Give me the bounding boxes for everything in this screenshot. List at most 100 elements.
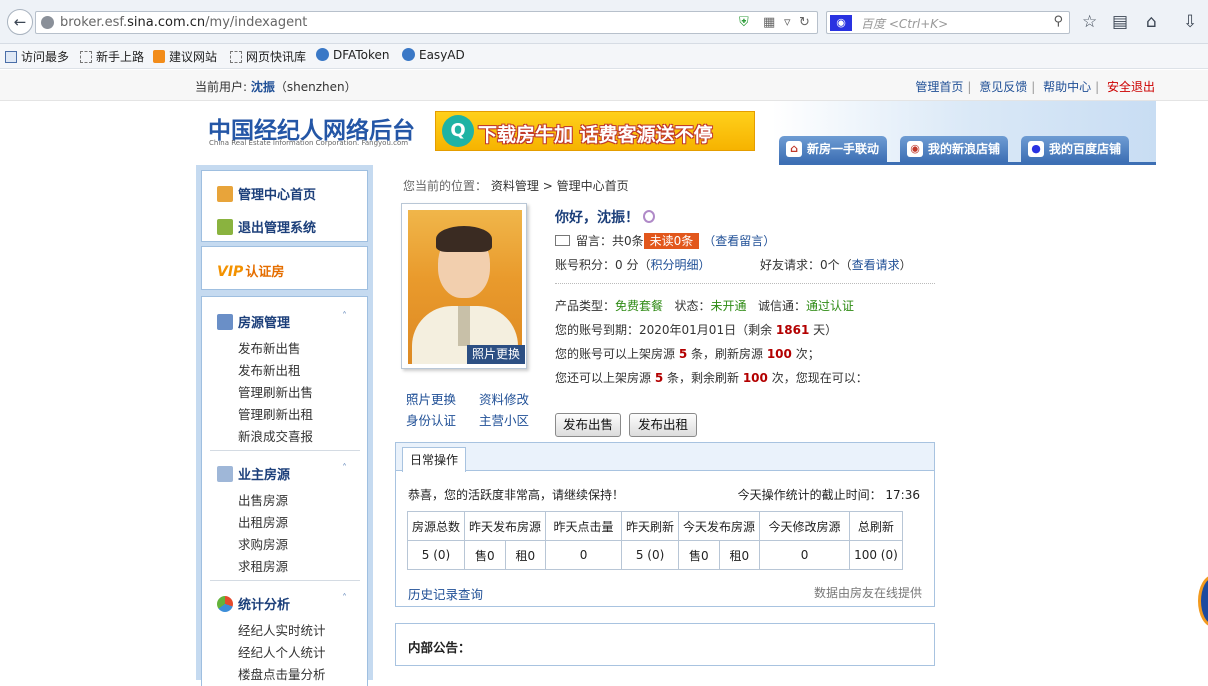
sidebar-item-admin-home[interactable]: 管理中心首页 [217,184,316,203]
pie-chart-icon [217,596,233,612]
document-icon [217,466,233,482]
section-listing-management[interactable]: 房源管理 [217,312,290,331]
change-photo-button[interactable]: 照片更换 [467,345,525,364]
view-messages-link[interactable]: （查看留言） [703,234,775,248]
menu-manage-refresh-rent[interactable]: 管理刷新出租 [238,404,313,423]
stats-cutoff-time: 今天操作统计的截止时间： 17:36 [737,488,920,502]
menu-rent-listings[interactable]: 出租房源 [238,512,288,531]
bookmarks-bar: 访问最多 新手上路 建议网站 网页快讯库 DFAToken EasyAD [0,44,1208,69]
breadcrumb: 您当前的位置： 资料管理 > 管理中心首页 [403,179,629,193]
user-name[interactable]: 沈振 [251,80,275,94]
table-row: 5 (0) 售0 租0 0 5 (0) 售0 租0 0 100 (0) [406,540,903,570]
menu-realtime-stats[interactable]: 经纪人实时统计 [238,620,326,639]
message-row: 留言：共0条 未读0条 （查看留言） [555,232,775,249]
section-owner-listings[interactable]: 业主房源 [217,464,290,483]
menu-sale-listings[interactable]: 出售房源 [238,490,288,509]
qr-code-icon[interactable]: ▦ [763,15,775,30]
weibo-icon: ◉ [907,141,923,157]
breadcrumb-current: 管理中心首页 [556,179,629,193]
sidebar-item-exit[interactable]: 退出管理系统 [217,217,316,236]
bookmark-easyad[interactable]: EasyAD [402,48,465,62]
col-header: 昨天发布房源 [464,511,547,541]
current-user: 当前用户: 沈振（shenzhen） [195,80,357,94]
tab-new-homes[interactable]: ⌂ 新房一手联动 [779,136,888,162]
product-row: 产品类型：免费套餐 状态：未开通 诚信通：通过认证 [555,299,854,313]
medal-icon [643,210,655,223]
house-icon: ⌂ [786,141,802,157]
table-header-row: 房源总数 昨天发布房源 昨天点击量 昨天刷新 今天发布房源 今天修改房源 总刷新 [406,511,903,541]
tab-sina-shop[interactable]: ◉ 我的新浪店铺 [900,136,1009,162]
exit-icon [217,219,233,235]
bookmark-most-visited[interactable]: 访问最多 [5,48,69,65]
link-edit-profile[interactable]: 资料修改 [479,389,529,408]
quota-row: 您的账号可以上架房源 5 条，刷新房源 100 次； [555,347,820,361]
collapse-icon[interactable]: ˄ [342,463,347,474]
sidebar-vip-box: VIP 认证房 [201,246,368,290]
link-id-verify[interactable]: 身份认证 [406,410,456,429]
link-feedback[interactable]: 意见反馈 [979,80,1027,94]
search-placeholder: 百度 <Ctrl+K> [861,17,949,31]
address-bar[interactable]: broker.esf.sina.com.cn/my/indexagent ⛨ ▦… [35,11,818,34]
publish-sale-button[interactable]: 发布出售 [555,413,621,437]
tab-daily-operations[interactable]: 日常操作 [402,447,466,472]
back-button[interactable]: ← [7,9,33,35]
sidebar-top-box: 管理中心首页 退出管理系统 [201,170,368,242]
greeting: 你好，沈振！ [555,207,655,227]
menu-wanted-rent[interactable]: 求租房源 [238,556,288,575]
floating-widget-icon[interactable] [1198,575,1208,627]
bookmark-web-slice[interactable]: 网页快讯库 [230,48,306,65]
sidebar-item-vip[interactable]: VIP 认证房 [217,261,284,280]
daily-operations-panel: 日常操作 恭喜，您的活跃度非常高，请继续保持！ 今天操作统计的截止时间： 17:… [395,442,935,607]
table-cell: 0 [545,540,623,570]
search-box[interactable]: ◉ 百度 <Ctrl+K> ⚲ [826,11,1070,34]
collapse-icon[interactable]: ˄ [342,593,347,604]
history-query-link[interactable]: 历史记录查询 [408,584,483,603]
link-admin-home[interactable]: 管理首页 [915,80,963,94]
menu-personal-stats[interactable]: 经纪人个人统计 [238,642,326,661]
expire-row: 您的账号到期：2020年01月01日（剩余 1861 天） [555,323,838,337]
globe-icon [41,16,54,29]
link-main-community[interactable]: 主营小区 [479,410,529,429]
menu-sina-deal-news[interactable]: 新浪成交喜报 [238,426,313,445]
url-text[interactable]: broker.esf.sina.com.cn/my/indexagent [60,15,307,30]
collapse-icon[interactable]: ˄ [342,311,347,322]
bookmark-suggested-sites[interactable]: 建议网站 [153,48,217,65]
baidu-engine-icon[interactable]: ◉ [830,15,852,31]
internal-notice: 内部公告： [395,623,935,666]
stats-table: 房源总数 昨天发布房源 昨天点击量 昨天刷新 今天发布房源 今天修改房源 总刷新… [406,511,903,570]
publish-rent-button[interactable]: 发布出租 [629,413,697,437]
view-requests-link[interactable]: 查看请求 [852,258,900,272]
home-icon[interactable]: ⌂ [1146,12,1157,32]
link-logout[interactable]: 安全退出 [1107,80,1155,94]
menu-wanted-buy[interactable]: 求购房源 [238,534,288,553]
breadcrumb-data-mgmt[interactable]: 资料管理 [491,179,539,193]
suggested-icon [153,50,165,63]
bookmark-dfatoken[interactable]: DFAToken [316,48,389,62]
reload-icon[interactable]: ↻ [799,15,810,30]
tab-baidu-shop[interactable]: ● 我的百度店铺 [1021,136,1130,162]
col-header: 总刷新 [849,511,903,541]
menu-estate-clicks[interactable]: 楼盘点击量分析 [238,664,326,683]
bookmark-getting-started[interactable]: 新手上路 [80,48,144,65]
link-change-photo[interactable]: 照片更换 [406,389,456,408]
unread-badge[interactable]: 未读0条 [643,233,700,249]
link-help[interactable]: 帮助中心 [1043,80,1091,94]
menu-publish-rent[interactable]: 发布新出租 [238,360,301,379]
reading-list-icon[interactable]: ▤ [1112,12,1128,32]
section-statistics[interactable]: 统计分析 [217,594,290,613]
points-detail-link[interactable]: 积分明细 [650,258,698,272]
account-status: 未开通 [710,299,747,313]
table-cell: 5 (0) [406,540,466,570]
star-icon[interactable]: ☆ [1082,12,1097,32]
download-icon[interactable]: ⇩ [1183,12,1197,32]
site-header: 中国经纪人网络后台 China Real Estate Information … [196,101,1156,165]
menu-manage-refresh-sale[interactable]: 管理刷新出售 [238,382,313,401]
col-header: 昨天刷新 [621,511,680,541]
data-source-note: 数据由房友在线提供 [813,586,922,600]
menu-publish-sale[interactable]: 发布新出售 [238,338,301,357]
ad-banner[interactable]: Q 下载房牛加 话费客源送不停 [435,111,755,151]
search-icon[interactable]: ⚲ [1053,14,1063,29]
table-cell: 租0 [718,540,761,570]
dropdown-icon[interactable]: ▿ [784,15,791,30]
shield-icon[interactable]: ⛨ [739,15,749,30]
